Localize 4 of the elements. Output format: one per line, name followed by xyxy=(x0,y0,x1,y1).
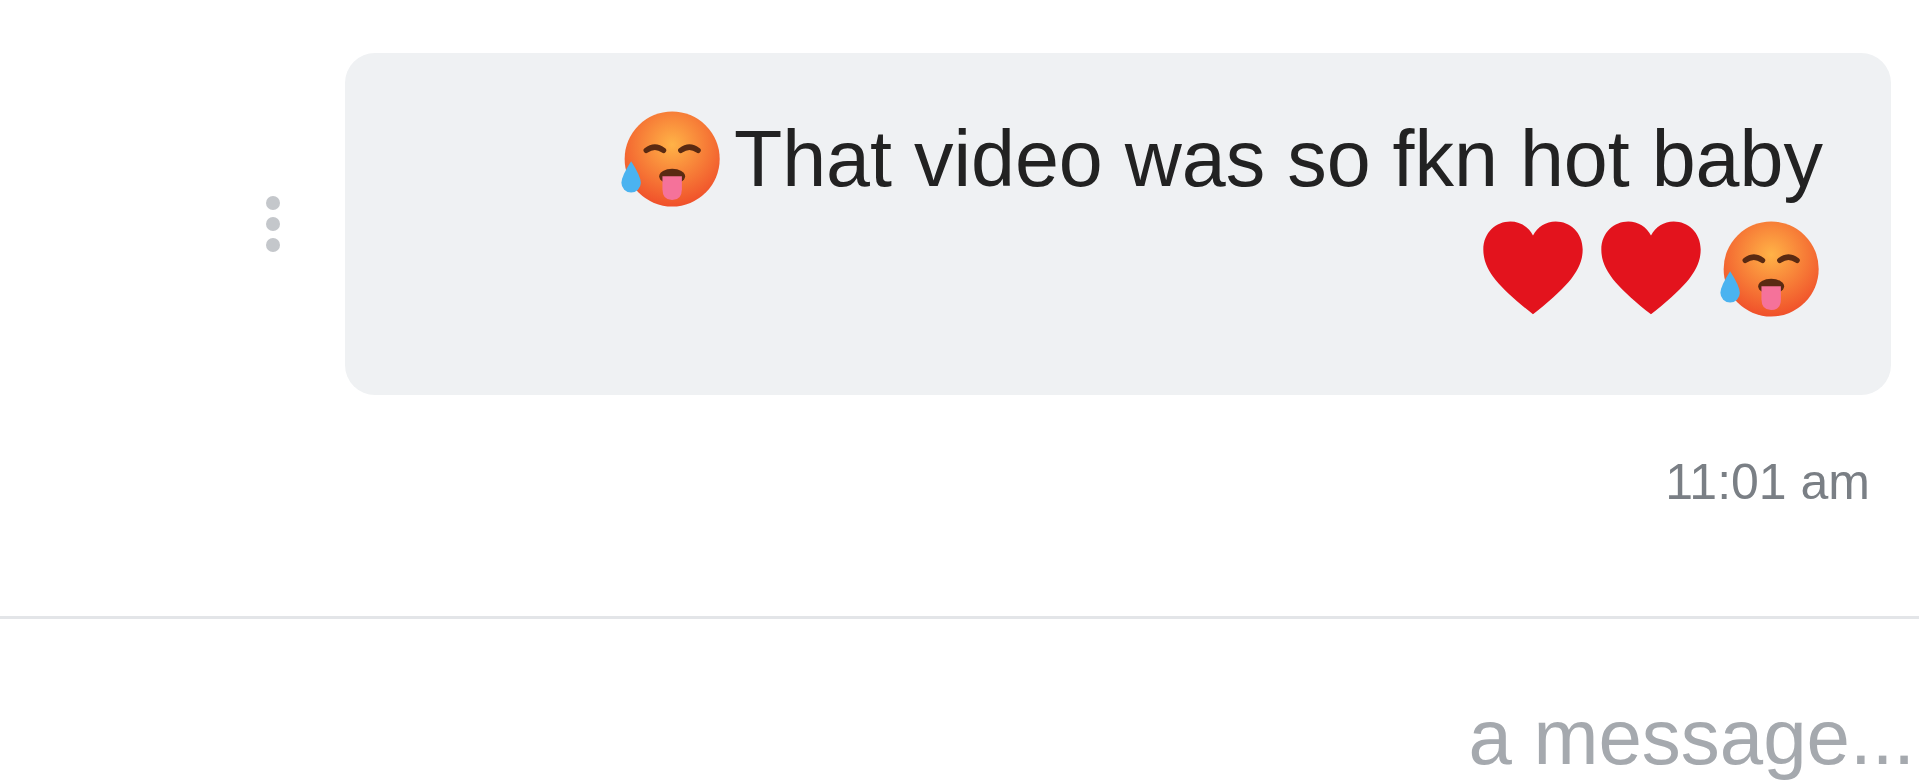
more-options-icon[interactable] xyxy=(265,195,281,253)
message-input[interactable]: a message... xyxy=(1295,679,1915,782)
message-text: That video was so fkn hot baby xyxy=(733,115,1823,203)
message-time: 11:01 am xyxy=(1665,453,1870,512)
